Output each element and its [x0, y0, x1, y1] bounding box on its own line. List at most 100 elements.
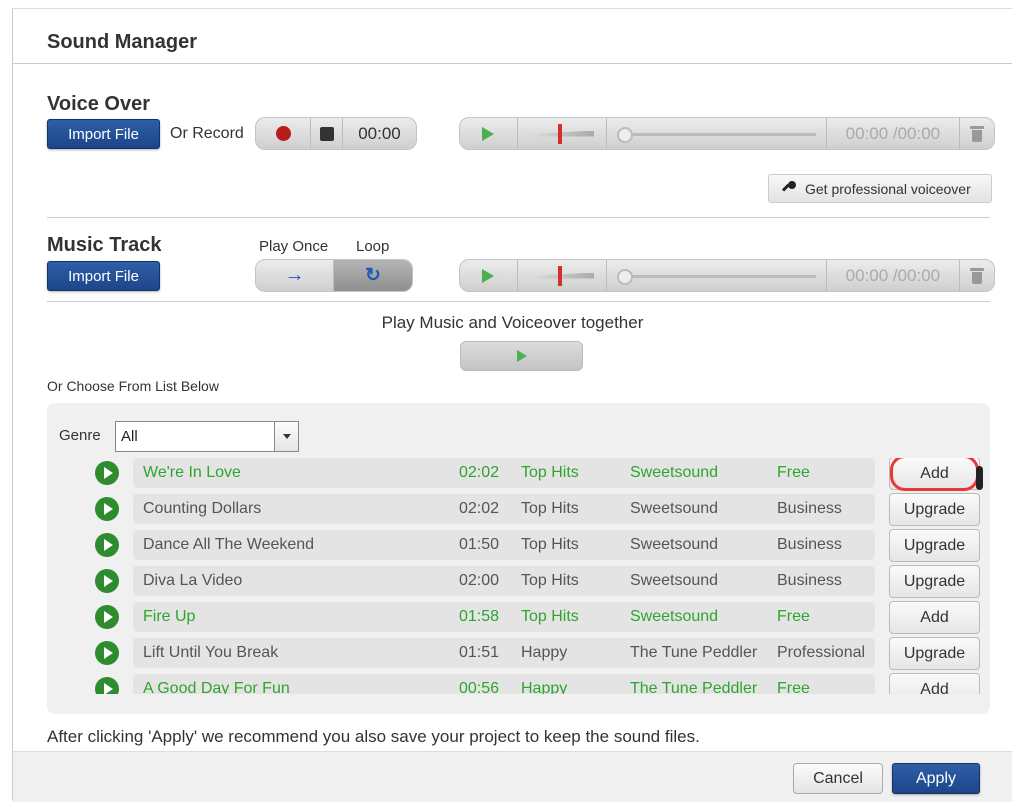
track-title: Dance All The Weekend: [143, 536, 315, 553]
record-button[interactable]: [256, 118, 312, 149]
volume-slider-icon: [530, 265, 595, 286]
track-row[interactable]: Counting Dollars 02:02 Top Hits Sweetsou…: [133, 494, 875, 524]
play-icon: [104, 575, 113, 587]
loop-label: Loop: [356, 238, 390, 255]
track-list: We're In Love 02:02 Top Hits Sweetsound …: [47, 458, 990, 694]
track-row[interactable]: A Good Day For Fun 00:56 Happy The Tune …: [133, 674, 875, 694]
track-duration: 01:58: [459, 608, 500, 625]
play-icon: [516, 350, 527, 362]
track-play-button[interactable]: [95, 497, 119, 521]
play-icon: [104, 611, 113, 623]
track-upgrade-button[interactable]: Upgrade: [889, 637, 980, 670]
track-genre: Top Hits: [521, 536, 579, 553]
play-icon: [482, 268, 495, 283]
divider: [13, 63, 1012, 64]
track-play-button[interactable]: [95, 641, 119, 665]
music-play-button[interactable]: [460, 260, 518, 291]
voiceover-import-button[interactable]: Import File: [47, 119, 160, 149]
track-tier: Professional: [777, 644, 866, 661]
voiceover-volume-slider[interactable]: [518, 118, 608, 149]
divider: [47, 217, 990, 218]
stop-button[interactable]: [311, 118, 343, 149]
voiceover-player: 00:00 /00:00: [459, 117, 995, 150]
get-professional-voiceover-label: Get professional voiceover: [805, 180, 971, 197]
track-row[interactable]: Fire Up 01:58 Top Hits Sweetsound Free: [133, 602, 875, 632]
track-list-panel: Genre All We're In Love 02:02 Top Hits S…: [47, 403, 990, 714]
genre-dropdown-button[interactable]: [274, 422, 298, 451]
record-time: 00:00: [358, 123, 401, 143]
track-play-button[interactable]: [95, 533, 119, 557]
dropdown-arrow-icon: [282, 434, 291, 439]
music-time: 00:00 /00:00: [827, 260, 961, 291]
track-tier: Business: [777, 500, 842, 517]
volume-slider-icon: [530, 123, 595, 144]
track-tier: Business: [777, 536, 842, 553]
play-together-label: Play Music and Voiceover together: [381, 313, 644, 332]
voiceover-play-button[interactable]: [460, 118, 518, 149]
apply-button[interactable]: Apply: [892, 763, 980, 794]
track-upgrade-button[interactable]: Upgrade: [889, 565, 980, 598]
track-genre: Top Hits: [521, 464, 579, 481]
record-icon: [275, 126, 291, 141]
track-title: Fire Up: [143, 608, 196, 625]
music-delete-button[interactable]: [960, 260, 994, 291]
stop-icon: [319, 126, 334, 141]
play-icon: [482, 126, 495, 141]
track-row[interactable]: Lift Until You Break 01:51 Happy The Tun…: [133, 638, 875, 668]
track-row[interactable]: Dance All The Weekend 01:50 Top Hits Swe…: [133, 530, 875, 560]
track-tier: Free: [777, 680, 810, 694]
track-title: Lift Until You Break: [143, 644, 279, 661]
track-play-button[interactable]: [95, 461, 119, 485]
track-genre: Happy: [521, 644, 568, 661]
track-title: Diva La Video: [143, 572, 243, 589]
track-row[interactable]: We're In Love 02:02 Top Hits Sweetsound …: [133, 458, 875, 488]
track-tier: Free: [777, 464, 810, 481]
loop-button[interactable]: ↻: [334, 260, 412, 291]
track-duration: 02:02: [459, 500, 500, 517]
play-icon: [104, 467, 113, 479]
track-duration: 02:02: [459, 464, 500, 481]
track-play-button[interactable]: [95, 569, 119, 593]
track-duration: 00:56: [459, 680, 500, 694]
music-player: 00:00 /00:00: [459, 259, 995, 292]
divider: [47, 301, 990, 302]
track-add-button[interactable]: Add: [889, 673, 980, 694]
track-upgrade-button[interactable]: Upgrade: [889, 493, 980, 526]
voiceover-time: 00:00 /00:00: [827, 118, 961, 149]
track-artist: The Tune Peddler: [630, 680, 758, 694]
get-professional-voiceover-button[interactable]: Get professional voiceover: [768, 174, 992, 203]
track-duration: 01:50: [459, 536, 500, 553]
track-play-button[interactable]: [95, 677, 119, 694]
track-artist: Sweetsound: [630, 536, 719, 553]
voiceover-seek-bar[interactable]: [607, 118, 827, 149]
voiceover-delete-button[interactable]: [960, 118, 994, 149]
genre-select[interactable]: All: [115, 421, 299, 452]
play-once-label: Play Once: [259, 238, 329, 255]
music-import-button[interactable]: Import File: [47, 261, 160, 291]
dialog-title: Sound Manager: [47, 31, 198, 53]
cancel-button[interactable]: Cancel: [793, 763, 883, 794]
music-seek-bar[interactable]: [607, 260, 827, 291]
track-upgrade-button[interactable]: Upgrade: [889, 529, 980, 562]
play-icon: [104, 683, 113, 694]
track-add-button[interactable]: Add: [889, 601, 980, 634]
play-icon: [104, 647, 113, 659]
list-scrollbar[interactable]: [976, 466, 983, 490]
track-artist: Sweetsound: [630, 608, 719, 625]
track-genre: Top Hits: [521, 572, 579, 589]
track-row[interactable]: Diva La Video 02:00 Top Hits Sweetsound …: [133, 566, 875, 596]
play-icon: [104, 503, 113, 515]
track-duration: 01:51: [459, 644, 500, 661]
trash-icon: [970, 125, 985, 142]
play-once-button[interactable]: →: [256, 260, 334, 291]
sound-manager-dialog: Sound Manager Voice Over Import File Or …: [12, 8, 1012, 802]
music-volume-slider[interactable]: [518, 260, 608, 291]
record-controls: 00:00: [255, 117, 417, 150]
track-duration: 02:00: [459, 572, 500, 589]
track-play-button[interactable]: [95, 605, 119, 629]
voice-over-heading: Voice Over: [47, 93, 151, 115]
genre-select-value: All: [121, 428, 138, 445]
microphone-icon: [781, 180, 797, 197]
dialog-footer: Cancel Apply: [13, 751, 1012, 802]
play-together-button[interactable]: [460, 341, 583, 371]
